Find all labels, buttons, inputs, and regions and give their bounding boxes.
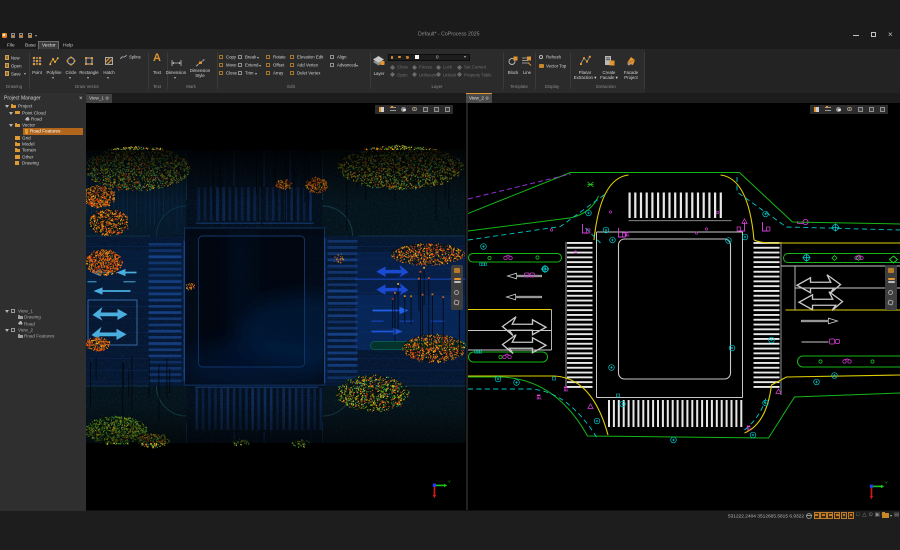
svg-text:Y: Y	[448, 479, 451, 484]
svg-text:Y: Y	[885, 480, 888, 485]
